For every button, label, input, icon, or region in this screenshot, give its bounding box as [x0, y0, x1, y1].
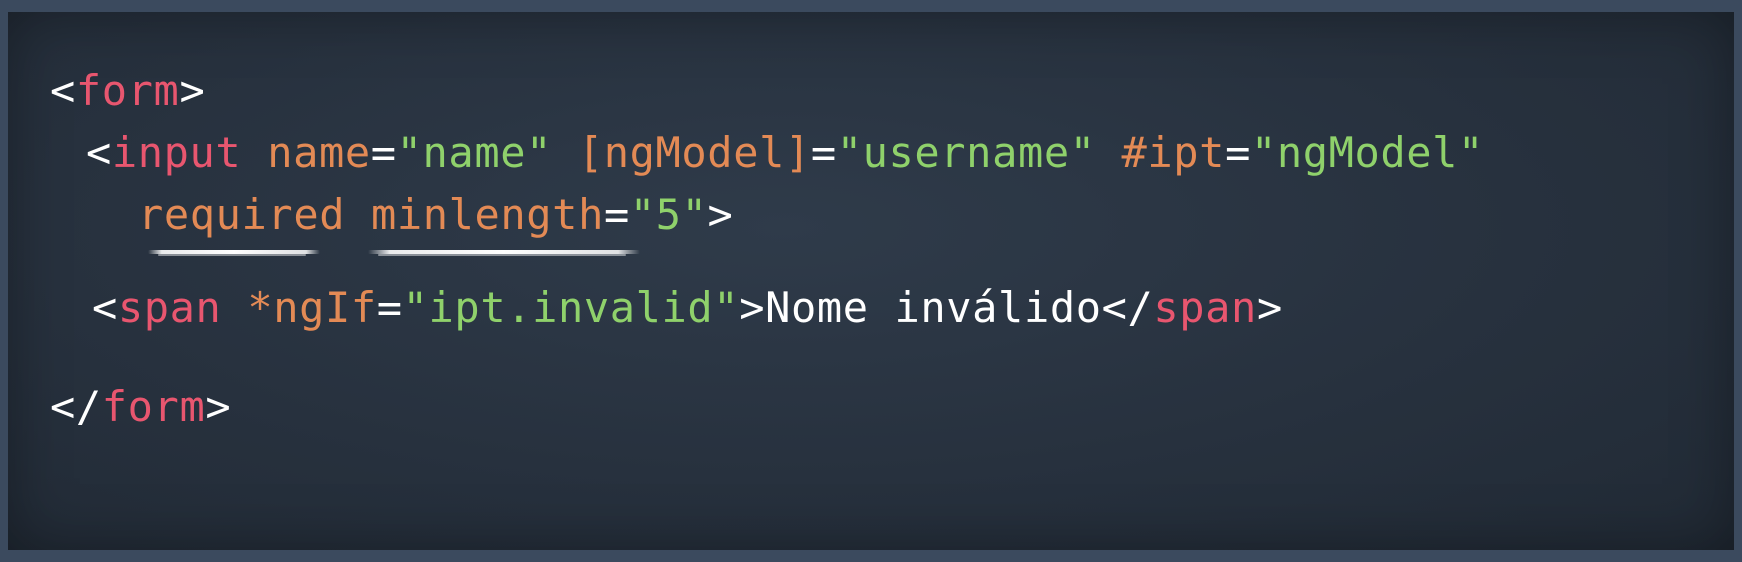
bracket: >	[205, 382, 232, 431]
tag-name: span	[117, 283, 222, 332]
attribute-name: [ngModel]	[577, 128, 811, 177]
attribute-value: "ipt.invalid"	[402, 283, 740, 332]
attribute-minlength: minlength	[370, 190, 604, 239]
attribute-name: #ipt	[1121, 128, 1226, 177]
tag-name: form	[101, 382, 206, 431]
bracket: <	[86, 128, 112, 177]
attribute-value: "username"	[836, 128, 1096, 177]
bracket: </	[50, 382, 102, 431]
attribute-name: *ngIf	[247, 283, 377, 332]
code-line-form-close: </form>	[50, 382, 231, 432]
bracket: >	[179, 66, 206, 115]
attribute-value: "5"	[629, 190, 708, 239]
chalk-underline-minlength	[368, 250, 640, 256]
tag-name: span	[1153, 283, 1257, 332]
equals: =	[603, 190, 630, 239]
attribute-name: name	[267, 128, 371, 177]
attribute-required: required	[138, 190, 346, 239]
chalk-underline-required	[148, 250, 320, 256]
bracket: </	[1101, 283, 1154, 332]
code-line-span: <span *ngIf="ipt.invalid">Nome inválido<…	[92, 283, 1283, 333]
bracket: >	[1256, 283, 1283, 332]
code-line-input: <input name="name" [ngModel]="username" …	[86, 128, 1484, 178]
bracket: >	[739, 283, 766, 332]
bracket: >	[707, 190, 734, 239]
error-message-text: Nome inválido	[765, 283, 1102, 332]
equals: =	[376, 283, 403, 332]
bracket: <	[50, 66, 76, 115]
code-slide: <form> <input name="name" [ngModel]="use…	[8, 12, 1734, 550]
tag-name: input	[111, 128, 242, 177]
attribute-value: "name"	[396, 128, 552, 177]
equals: =	[1225, 128, 1251, 177]
code-line-validators: required minlength="5">	[138, 190, 733, 240]
equals: =	[810, 128, 837, 177]
tag-name: form	[75, 66, 180, 115]
equals: =	[370, 128, 397, 177]
attribute-value: "ngModel"	[1250, 128, 1484, 177]
bracket: <	[92, 283, 118, 332]
code-line-form-open: <form>	[50, 66, 205, 116]
